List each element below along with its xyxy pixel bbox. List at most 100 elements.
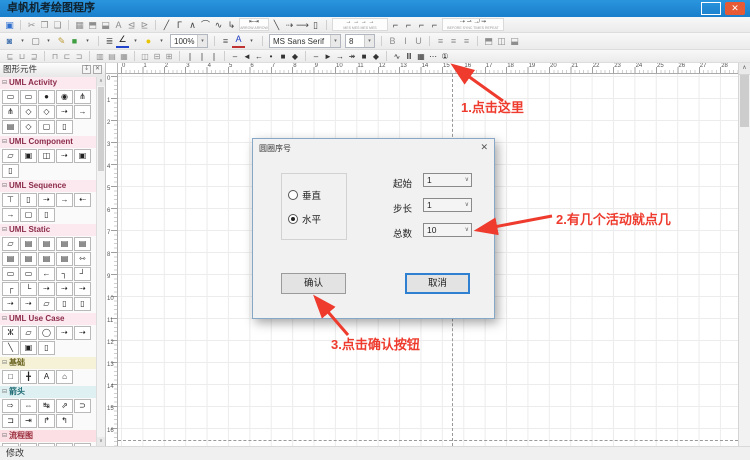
canvas-vertical-scrollbar[interactable]: ∧	[738, 63, 750, 446]
shape-tile[interactable]: ▭	[2, 267, 19, 281]
shape-tile[interactable]: ▤	[38, 237, 55, 251]
shape-tile[interactable]: ⊃	[74, 399, 91, 413]
align-right-icon[interactable]: ≡	[460, 35, 473, 47]
copy-icon[interactable]: ❐	[38, 19, 51, 31]
canvas-scroll-thumb[interactable]	[740, 75, 749, 127]
shape-tile[interactable]: ▯	[38, 341, 55, 355]
shape-tile[interactable]: ▯	[38, 208, 55, 222]
sequence-cluster[interactable]: ⇢ ⇀ ↛ ⇝BEFORE SYNC TIMES REPEAT	[442, 18, 504, 31]
section-header-0[interactable]: ⊟UML Activity	[0, 77, 96, 89]
shape-tile[interactable]: ⇔	[20, 399, 37, 413]
rotate-left-icon[interactable]: ⊴	[125, 19, 138, 31]
shape-tile[interactable]: ▱	[20, 326, 37, 340]
shape-tile[interactable]: ▤	[56, 252, 73, 266]
line-end-solid-icon[interactable]: ►	[322, 51, 334, 62]
shape-tile[interactable]: ⇢	[56, 326, 73, 340]
diagonal-arrow-icon[interactable]: ╲	[270, 19, 283, 31]
shape-tile[interactable]: ┐	[56, 267, 73, 281]
line-start-dot-icon[interactable]: •	[265, 51, 277, 62]
dropdown-icon[interactable]: ▾	[364, 35, 374, 47]
scroll-down-icon[interactable]: ∨	[97, 437, 105, 446]
shape-tile[interactable]: ⇢	[56, 282, 73, 296]
elbow2-icon[interactable]: ⌐	[402, 19, 415, 31]
radio-horizontal[interactable]: 水平	[288, 212, 321, 226]
shape-tile[interactable]: →	[2, 208, 19, 222]
arc-tool-icon[interactable]: ⌒	[199, 19, 212, 31]
space-less-icon[interactable]: ∥	[208, 51, 220, 62]
scroll-up-icon[interactable]: ∧	[97, 77, 105, 86]
line-color-icon[interactable]: ∠	[116, 35, 129, 48]
shape-tile[interactable]: ⊐	[2, 414, 19, 428]
wave-line-icon[interactable]: ∿	[391, 51, 403, 62]
align-center-icon[interactable]: ≡	[447, 35, 460, 47]
valign-middle-icon[interactable]: ◫	[495, 35, 508, 47]
dialog-close-icon[interactable]: ✕	[480, 142, 488, 153]
radio-horizontal-dot[interactable]	[288, 214, 298, 224]
line-start-diamond-icon[interactable]: ◆	[289, 51, 301, 62]
shape-tile[interactable]: ▤	[56, 237, 73, 251]
image-icon[interactable]: ▦	[73, 19, 86, 31]
dropdown-icon[interactable]: ▾	[197, 35, 207, 47]
radio-vertical-dot[interactable]	[288, 190, 298, 200]
shape-tile[interactable]: ▤	[20, 252, 37, 266]
shadow-color-dropdown-icon[interactable]: ▾	[155, 35, 168, 47]
shape-tile[interactable]: ⇥	[20, 414, 37, 428]
shape-tile[interactable]: ▢	[20, 208, 37, 222]
shape-tile[interactable]: ▭	[20, 90, 37, 104]
scroll-up-icon[interactable]: ∧	[739, 63, 750, 75]
shape-tile[interactable]: ▱	[38, 297, 55, 311]
format-painter-icon[interactable]: ✎	[55, 35, 68, 47]
line-end-open-icon[interactable]: →	[334, 51, 346, 62]
elbow4-icon[interactable]: ⌐	[428, 19, 441, 31]
shape-tile[interactable]: ⇨	[2, 399, 19, 413]
line-color-dropdown-icon[interactable]: ▾	[129, 35, 142, 47]
collapse-icon[interactable]: ⊟	[2, 180, 7, 192]
section-header-2[interactable]: ⊟UML Sequence	[0, 180, 96, 192]
shape-tile[interactable]: ⋔	[2, 105, 19, 119]
shape-tile[interactable]: ▯	[56, 297, 73, 311]
bold-icon[interactable]: B	[386, 35, 399, 47]
collapse-icon[interactable]: ⊟	[2, 313, 7, 325]
fill-color-dropdown-icon[interactable]: ▾	[16, 35, 29, 47]
italic-icon[interactable]: I	[399, 35, 412, 47]
shape-tile[interactable]: ⇠	[74, 193, 91, 207]
cut-icon[interactable]: ✂	[25, 19, 38, 31]
shape-tile[interactable]: ▯	[20, 193, 37, 207]
shadow-color-icon[interactable]: ●	[142, 35, 155, 47]
space-equal-icon[interactable]: ∥	[184, 51, 196, 62]
line-tool-icon[interactable]: ╱	[160, 19, 173, 31]
text-tool-icon[interactable]: A	[112, 19, 125, 31]
shape-tile[interactable]: ●	[38, 90, 55, 104]
collapse-icon[interactable]: ⊟	[2, 77, 7, 89]
step-combo[interactable]: 1 ∨	[423, 198, 472, 212]
line-start-solid-icon[interactable]: ◄	[241, 51, 253, 62]
bring-front-icon[interactable]: ⬒	[86, 19, 99, 31]
font-color-dropdown-icon[interactable]: ▾	[245, 35, 258, 47]
line-end-square-icon[interactable]: ■	[358, 51, 370, 62]
shape-tile[interactable]: ⇢	[56, 105, 73, 119]
shape-tile[interactable]: ←	[38, 267, 55, 281]
shape-tile[interactable]: ▣	[74, 149, 91, 163]
shape-tile[interactable]: └	[20, 282, 37, 296]
start-combo[interactable]: 1 ∨	[423, 173, 472, 187]
shape-tile[interactable]: ▤	[38, 252, 55, 266]
shape-tile[interactable]: ⇢	[74, 282, 91, 296]
arrow-style-cluster[interactable]: ⇤⇥ARROW ARROW	[239, 18, 269, 31]
pin-icon[interactable]: ↧	[82, 65, 91, 74]
shape-tile[interactable]: ⇿	[74, 252, 91, 266]
font-combo[interactable]: MS Sans Serif▾	[269, 34, 341, 48]
align-rights-icon[interactable]: ⊒	[28, 51, 40, 62]
shape-tile[interactable]: →	[74, 105, 91, 119]
shape-tile[interactable]: ⵣ	[2, 326, 19, 340]
collapse-icon[interactable]: ⊟	[2, 136, 7, 148]
theme-color-dropdown-icon[interactable]: ▾	[81, 35, 94, 47]
valign-top-icon[interactable]: ⬒	[482, 35, 495, 47]
shape-tile[interactable]: ⋔	[74, 90, 91, 104]
dropdown-icon[interactable]: ▾	[330, 35, 340, 47]
font-size-combo[interactable]: 8▾	[345, 34, 375, 48]
section-header-7[interactable]: ⊟流程图	[0, 430, 96, 442]
save-icon[interactable]: ▣	[3, 19, 16, 31]
align-lefts-icon[interactable]: ⊑	[4, 51, 16, 62]
group-icon[interactable]: ⊞	[163, 51, 175, 62]
shape-tile[interactable]: ▣	[20, 341, 37, 355]
